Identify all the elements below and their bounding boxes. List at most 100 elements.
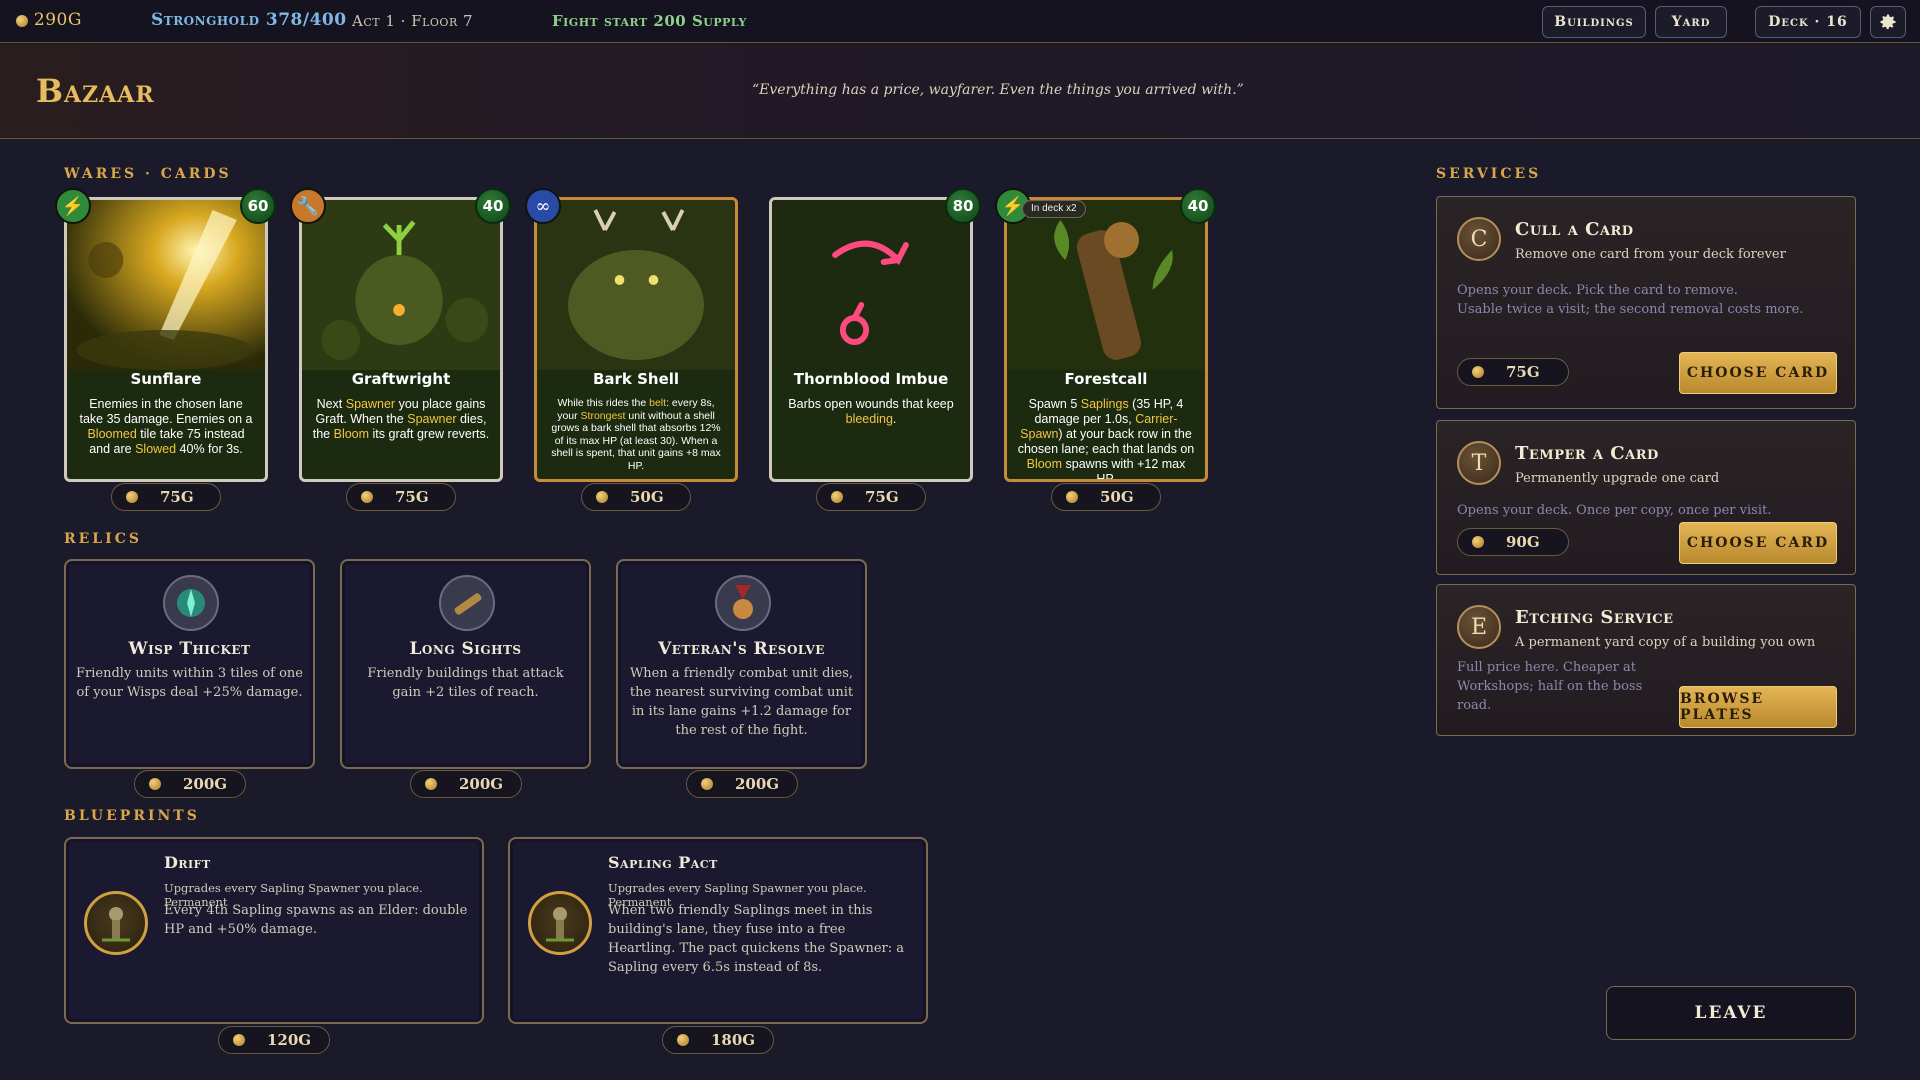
coin-icon <box>1472 536 1484 548</box>
service-description: Opens your deck. Pick the card to remove… <box>1457 283 1804 317</box>
relic-wisp-thicket[interactable]: Wisp Thicket Friendly units within 3 til… <box>64 559 315 769</box>
graftwright-art <box>302 200 500 370</box>
gold-amount: 290G <box>33 10 82 30</box>
relic-name: Long Sights <box>409 639 522 659</box>
card-name: Sunflare <box>130 370 202 388</box>
leave-button[interactable]: LEAVE <box>1606 986 1856 1040</box>
relic-price[interactable]: 200G <box>410 770 522 798</box>
fight-start-supply: Fight start 200 Supply <box>552 12 747 30</box>
service-subtitle: Remove one card from your deck forever <box>1515 247 1786 262</box>
card-price[interactable]: 75G <box>111 483 221 511</box>
spyglass-icon <box>439 575 495 631</box>
coin-icon <box>677 1034 689 1046</box>
coin-icon <box>126 491 138 503</box>
thornblood-imbue-art <box>772 200 970 370</box>
card-name: Forestcall <box>1064 370 1148 388</box>
card-graftwright[interactable]: Graftwright Next Spawner you place gains… <box>299 197 503 482</box>
blueprint-drift[interactable]: Drift Upgrades every Sapling Spawner you… <box>64 837 484 1024</box>
card-description: Enemies in the chosen lane take 35 damag… <box>79 397 253 456</box>
service-name: Cull a Card <box>1515 219 1634 240</box>
service-etching: E Etching Service A permanent yard copy … <box>1436 584 1856 736</box>
settings-button[interactable] <box>1870 6 1906 38</box>
service-subtitle: Permanently upgrade one card <box>1515 471 1720 486</box>
stronghold-status: Stronghold 378/400 <box>151 10 347 30</box>
bark-shell-art <box>537 200 735 370</box>
in-deck-badge: In deck x2 <box>1022 200 1086 218</box>
yard-button[interactable]: Yard <box>1655 6 1727 38</box>
blueprints-section-label: BLUEPRINTS <box>64 808 200 824</box>
buildings-button[interactable]: Buildings <box>1542 6 1646 38</box>
card-cost-badge: 40 <box>1180 188 1216 224</box>
card-thornblood-imbue[interactable]: Thornblood Imbue Barbs open wounds that … <box>769 197 973 482</box>
coin-icon <box>596 491 608 503</box>
sapling-icon <box>528 891 592 955</box>
service-temper-a-card: T Temper a Card Permanently upgrade one … <box>1436 420 1856 575</box>
card-price[interactable]: 75G <box>816 483 926 511</box>
service-cull-a-card: C Cull a Card Remove one card from your … <box>1436 196 1856 409</box>
service-name: Etching Service <box>1515 607 1674 628</box>
service-letter-icon: E <box>1457 605 1501 649</box>
blueprint-description: When two friendly Saplings meet in this … <box>608 903 905 975</box>
coin-icon <box>831 491 843 503</box>
service-letter-icon: C <box>1457 217 1501 261</box>
service-description: Opens your deck. Once per copy, once per… <box>1457 503 1772 518</box>
card-name: Bark Shell <box>592 370 680 388</box>
choose-card-button[interactable]: CHOOSE CARD <box>1679 522 1837 564</box>
relic-description: Friendly buildings that attack gain +2 t… <box>367 666 564 700</box>
location-label: Act 1 · Floor 7 <box>352 12 474 30</box>
card-name: Thornblood Imbue <box>793 370 949 388</box>
card-bark-shell[interactable]: Bark Shell While this rides the belt: ev… <box>534 197 738 482</box>
card-sunflare[interactable]: Sunflare Enemies in the chosen lane take… <box>64 197 268 482</box>
relic-name: Veteran's Resolve <box>658 639 825 659</box>
card-description: Spawn 5 Saplings (35 HP, 4 damage per 1.… <box>1017 397 1195 482</box>
blueprint-name: Sapling Pact <box>608 853 718 872</box>
blueprint-sapling-pact[interactable]: Sapling Pact Upgrades every Sapling Spaw… <box>508 837 928 1024</box>
relic-long-sights[interactable]: Long Sights Friendly buildings that atta… <box>340 559 591 769</box>
coin-icon <box>1472 366 1484 378</box>
service-subtitle: A permanent yard copy of a building you … <box>1515 635 1816 650</box>
card-description: While this rides the belt: every 8s, you… <box>551 397 721 472</box>
card-forestcall[interactable]: Forestcall Spawn 5 Saplings (35 HP, 4 da… <box>1004 197 1208 482</box>
service-letter-icon: T <box>1457 441 1501 485</box>
relic-veterans-resolve[interactable]: Veteran's Resolve When a friendly combat… <box>616 559 867 769</box>
card-description: Next Spawner you place gains Graft. When… <box>312 397 490 441</box>
card-price[interactable]: 50G <box>581 483 691 511</box>
deck-button[interactable]: Deck · 16 <box>1755 6 1861 38</box>
card-cost-badge: 40 <box>475 188 511 224</box>
choose-card-button[interactable]: CHOOSE CARD <box>1679 352 1837 394</box>
service-price: 90G <box>1457 528 1569 556</box>
sapling-icon <box>84 891 148 955</box>
services-section-label: SERVICES <box>1436 166 1542 182</box>
blueprint-price[interactable]: 120G <box>218 1026 330 1054</box>
coin-icon <box>16 14 28 27</box>
forestcall-art <box>1007 200 1205 370</box>
service-price: 75G <box>1457 358 1569 386</box>
relic-name: Wisp Thicket <box>128 639 251 659</box>
blueprint-description: Every 4th Sapling spawns as an Elder: do… <box>164 903 468 937</box>
top-bar: 290G Stronghold 378/400 Act 1 · Floor 7 … <box>0 0 1920 43</box>
relic-price[interactable]: 200G <box>686 770 798 798</box>
card-price[interactable]: 75G <box>346 483 456 511</box>
coin-icon <box>149 778 161 790</box>
card-price[interactable]: 50G <box>1051 483 1161 511</box>
relic-description: When a friendly combat unit dies, the ne… <box>629 666 854 738</box>
infinity-icon: ∞ <box>525 188 561 224</box>
card-description: Barbs open wounds that keep bleeding. <box>788 397 954 426</box>
page-title: Bazaar <box>36 72 155 110</box>
gear-icon <box>1880 14 1896 30</box>
relic-description: Friendly units within 3 tiles of one of … <box>76 666 303 700</box>
blueprint-name: Drift <box>164 853 211 872</box>
browse-plates-button[interactable]: BROWSE PLATES <box>1679 686 1837 728</box>
coin-icon <box>233 1034 245 1046</box>
sunflare-art <box>67 200 265 370</box>
wares-section-label: WARES · CARDS <box>64 166 232 182</box>
blueprint-price[interactable]: 180G <box>662 1026 774 1054</box>
wisp-icon <box>163 575 219 631</box>
lightning-icon: ⚡ <box>55 188 91 224</box>
coin-icon <box>701 778 713 790</box>
relic-price[interactable]: 200G <box>134 770 246 798</box>
coin-icon <box>425 778 437 790</box>
bazaar-header: Bazaar “Everything has a price, wayfarer… <box>0 44 1920 139</box>
medal-icon <box>715 575 771 631</box>
card-cost-badge: 60 <box>240 188 276 224</box>
